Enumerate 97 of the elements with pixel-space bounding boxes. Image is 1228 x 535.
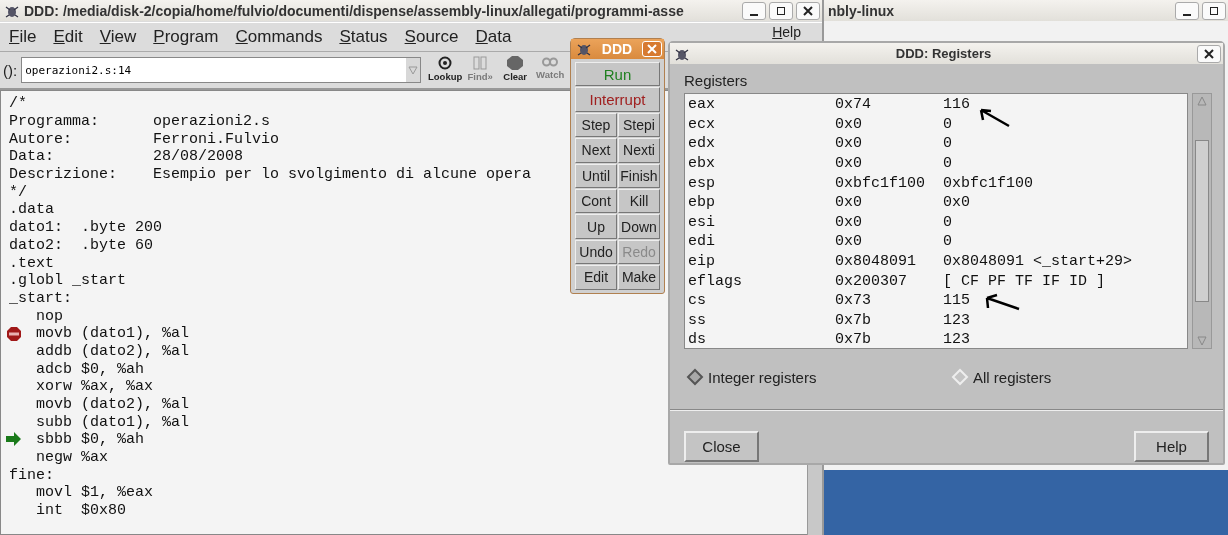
maximize-icon [776,5,786,16]
command-button[interactable]: Kill [618,188,660,214]
register-row[interactable]: ebp 0x0 0x0 [685,192,1187,213]
argument-field[interactable]: operazioni2.s:14 [21,57,422,83]
radio-icon[interactable] [686,368,704,386]
register-row[interactable]: edx 0x0 0 [685,134,1187,154]
code-line: .data [9,201,54,219]
command-button[interactable]: Until [575,163,617,188]
command-button[interactable]: Edit [575,265,617,290]
scrollbar[interactable] [1192,93,1212,349]
minimize-icon [1182,13,1192,16]
menu-item[interactable]: Program [153,27,219,47]
code-line: addb (dato2), %al [35,342,190,360]
scrollbar-thumb[interactable] [1195,140,1209,302]
code-line: movb (dato2), %al [35,396,190,414]
close-icon [647,44,657,54]
arrow-drawing [983,292,1021,312]
argument-label: (): [3,61,18,79]
code-line: dato2: .byte 60 [9,236,154,254]
code-line: negw %ax [35,449,109,467]
close-button[interactable] [796,1,820,20]
register-row[interactable]: eflags 0x200307 [ CF PF TF IF ID ] [685,271,1187,291]
menu-item[interactable]: Help [772,24,801,40]
command-button[interactable]: Down [618,214,660,239]
command-button[interactable]: Cont [575,188,617,214]
command-button[interactable]: Up [575,214,617,239]
code-line: movb (dato1), %al [35,325,190,343]
code-line: nop [35,307,63,325]
toolbar-button[interactable]: Clear [498,54,533,86]
command-button[interactable]: Finish [618,163,660,188]
command-button[interactable]: Make [618,265,660,290]
dialog-button[interactable]: Close [684,431,759,462]
code-line: dato1: .byte 200 [9,219,163,237]
register-row[interactable]: ecx 0x0 0 [685,114,1187,135]
menu-item[interactable]: Commands [235,27,323,47]
window-title: DDD [600,41,634,57]
code-line: _start: [9,289,72,307]
minimize-button[interactable] [742,1,766,20]
command-button[interactable]: Stepi [618,112,660,138]
code-line: int $0x80 [35,502,127,520]
minimize-icon [749,13,759,16]
code-line: xorw %ax, %ax [35,378,154,396]
minimize-button[interactable] [1175,1,1199,20]
register-row[interactable]: ss 0x7b 123 [685,310,1187,331]
register-row[interactable]: ebx 0x0 0 [685,153,1187,174]
window-title: DDD: /media/disk-2/copia/home/fulvio/documenti/dispense/assembly-linux/allegati/programmi-asse [24,2,685,19]
dialog-button[interactable]: Help [1134,431,1209,462]
close-button[interactable] [1197,44,1221,63]
menu-item[interactable]: View [99,27,137,47]
menu-item[interactable]: Source [404,27,459,47]
register-row[interactable]: eax 0x74 116 [685,95,1187,115]
radio-option[interactable]: All registers [951,365,1216,389]
target-icon [438,56,453,70]
toolbar-button[interactable]: Lookup [428,54,463,86]
section-label: Registers [684,72,749,89]
command-button[interactable]: Undo [575,239,617,265]
command-button[interactable]: Interrupt [575,87,660,112]
code-line: Descrizione: Esempio per lo svolgimento di alcune opera [9,166,532,184]
code-line: subb (dato1), %al [35,413,190,431]
code-line: .globl _start [9,272,127,290]
close-icon [803,5,813,16]
register-row[interactable]: ds 0x7b 123 [685,330,1187,348]
code-line: movl $1, %eax [35,484,154,502]
code-line: fine: [9,466,54,484]
radio-label[interactable]: Integer registers [708,368,817,386]
arrow-drawing [977,106,1011,128]
register-row[interactable]: eip 0x8048091 0x8048091 <_start+29> [685,251,1187,272]
code-line: Programma: operazioni2.s [9,113,271,131]
glasses-icon [542,56,559,68]
register-row[interactable]: edi 0x0 0 [685,232,1187,252]
menu-item[interactable]: Data [475,27,512,47]
binoculars-icon [473,56,488,70]
code-line: */ [9,183,27,201]
menu-item[interactable]: File [9,27,37,47]
menu-item[interactable]: Edit [53,27,83,47]
code-line: sbbb $0, %ah [35,431,145,449]
code-line: /* [9,95,27,113]
register-row[interactable]: esp 0xbfc1f100 0xbfc1f100 [685,173,1187,193]
menu-item[interactable]: Status [339,27,388,47]
radio-label[interactable]: All registers [973,368,1052,386]
code-line: Data: 28/08/2008 [9,148,244,166]
window-title: DDD: Registers [894,46,993,61]
maximize-button[interactable] [1202,1,1226,20]
window-title: nbly-linux [828,2,896,19]
close-icon [1204,48,1214,59]
maximize-icon [1209,5,1219,16]
register-row[interactable]: cs 0x73 115 [685,290,1187,311]
command-button[interactable]: Nexti [618,138,660,163]
stop-sign-icon [507,56,524,70]
register-row[interactable]: esi 0x0 0 [685,212,1187,233]
radio-option[interactable]: Integer registers [686,365,951,389]
code-line: adcb $0, %ah [35,360,145,378]
maximize-button[interactable] [769,1,793,20]
command-button[interactable]: Step [575,112,617,138]
command-button[interactable]: Next [575,138,617,163]
code-line: Autore: Ferroni.Fulvio [9,130,280,148]
code-line: .text [9,254,54,272]
